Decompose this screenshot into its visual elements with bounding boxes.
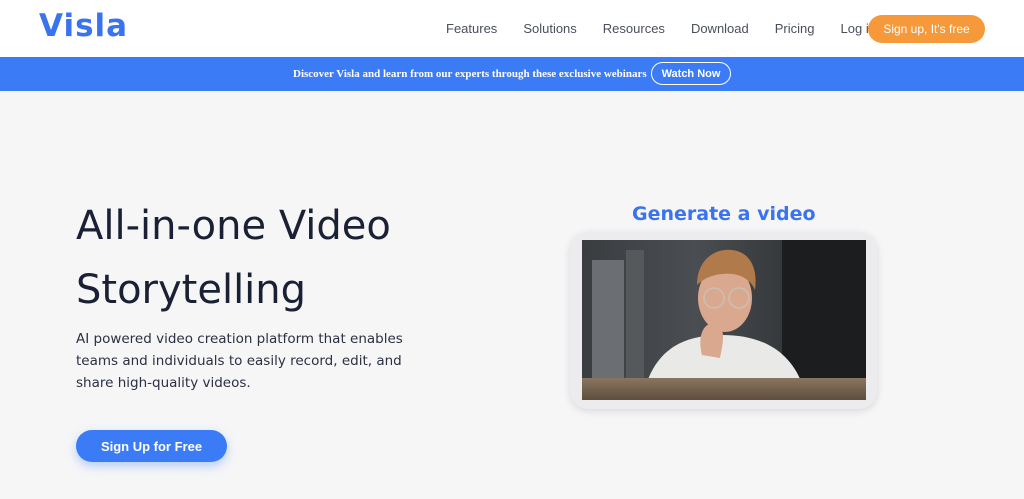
video-player[interactable] — [582, 240, 866, 400]
hero-title: All-in-one Video Storytelling — [76, 194, 476, 322]
hero-description: AI powered video creation platform that … — [76, 331, 403, 391]
hero-title-line-2: Storytelling — [76, 267, 307, 313]
signup-for-free-button[interactable]: Sign Up for Free — [76, 430, 227, 462]
webinar-banner: Discover Visla and learn from our expert… — [0, 57, 1024, 91]
nav-pricing[interactable]: Pricing — [775, 21, 815, 36]
visla-logo[interactable]: Visla — [39, 8, 128, 44]
nav-download[interactable]: Download — [691, 21, 749, 36]
video-heading: Generate a video — [632, 203, 816, 225]
banner-text: Discover Visla and learn from our expert… — [293, 68, 647, 80]
site-header: Visla Features Solutions Resources Downl… — [0, 0, 1024, 57]
video-thumbnail-image — [582, 240, 866, 400]
watch-now-button[interactable]: Watch Now — [651, 62, 731, 85]
main-nav: Features Solutions Resources Download Pr… — [446, 21, 902, 36]
nav-resources[interactable]: Resources — [603, 21, 665, 36]
hero-title-line-1: All-in-one Video — [76, 203, 391, 249]
nav-features[interactable]: Features — [446, 21, 497, 36]
nav-solutions[interactable]: Solutions — [523, 21, 576, 36]
signup-free-button[interactable]: Sign up, It's free — [868, 15, 985, 43]
